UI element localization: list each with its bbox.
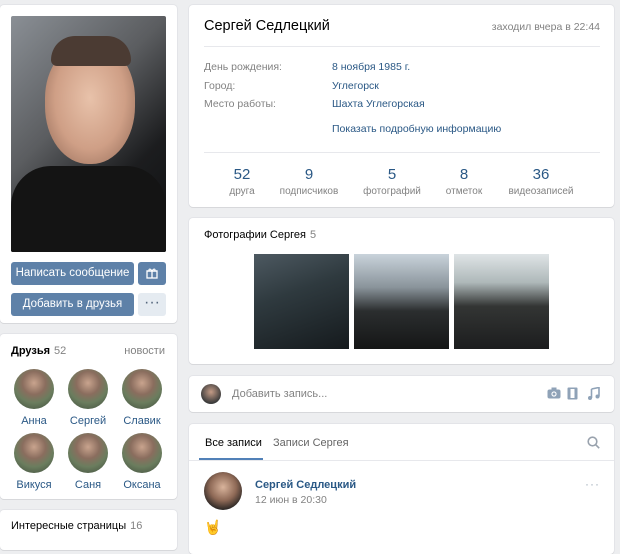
birthday-label: День рождения: — [204, 61, 282, 73]
last-seen-status: заходил вчера в 22:44 — [491, 21, 600, 33]
profile-photo[interactable] — [11, 16, 166, 252]
photo-thumbnail[interactable] — [354, 254, 449, 349]
show-details-link[interactable]: Показать подробную информацию — [332, 123, 501, 135]
friend-item[interactable]: Викуся — [9, 433, 59, 491]
friend-item[interactable]: Оксана — [117, 433, 167, 491]
workplace-value[interactable]: Шахта Углегорская — [332, 98, 425, 110]
counter-photos[interactable]: 5 фотографий — [352, 166, 432, 197]
friend-avatar — [14, 433, 54, 473]
city-value[interactable]: Углегорск — [332, 80, 379, 92]
friends-card: Друзья 52 новости Анна Сергей Славик Вику… — [0, 334, 177, 499]
friend-item[interactable]: Сергей — [63, 369, 113, 427]
video-icon[interactable] — [567, 387, 578, 403]
post-content: 🤘 — [204, 519, 222, 535]
friend-avatar — [122, 369, 162, 409]
search-icon[interactable] — [587, 436, 600, 452]
divider — [204, 152, 600, 153]
friends-title[interactable]: Друзья 52 — [11, 345, 66, 357]
counter-videos[interactable]: 36 видеозаписей — [501, 166, 581, 197]
wall-card: Все записи Записи Сергея Сергей Седлецки… — [189, 424, 614, 554]
avatar — [201, 384, 221, 404]
friend-avatar — [122, 433, 162, 473]
photo-thumbnail[interactable] — [454, 254, 549, 349]
post-author-link[interactable]: Сергей Седлецкий — [255, 479, 356, 491]
interests-card: Интересные страницы 16 — [0, 510, 177, 550]
photo-thumbnail[interactable] — [254, 254, 349, 349]
divider — [204, 46, 600, 47]
new-post-input[interactable]: Добавить запись... — [232, 388, 327, 400]
new-post-card: Добавить запись... — [189, 376, 614, 412]
interests-count: 16 — [130, 520, 143, 532]
tab-all-posts[interactable]: Все записи — [205, 437, 262, 449]
divider — [189, 460, 614, 461]
counter-tags[interactable]: 8 отметок — [424, 166, 504, 197]
friend-item[interactable]: Саня — [63, 433, 113, 491]
friend-item[interactable]: Анна — [9, 369, 59, 427]
photos-card: Фотографии Сергея 5 — [189, 218, 614, 364]
friend-avatar — [68, 369, 108, 409]
camera-icon[interactable] — [547, 387, 561, 402]
tab-own-posts[interactable]: Записи Сергея — [273, 437, 349, 449]
gift-icon — [146, 268, 158, 279]
more-actions-button[interactable]: ··· — [138, 293, 166, 316]
friends-news-link[interactable]: новости — [124, 345, 165, 357]
photos-title[interactable]: Фотографии Сергея 5 — [204, 229, 316, 241]
send-message-button[interactable]: Написать сообщение — [11, 262, 134, 285]
city-label: Город: — [204, 80, 236, 92]
post-menu-icon[interactable]: ··· — [585, 477, 600, 491]
photos-count: 5 — [309, 229, 317, 241]
friend-avatar — [68, 433, 108, 473]
counter-followers[interactable]: 9 подписчиков — [269, 166, 349, 197]
gift-button[interactable] — [138, 262, 166, 285]
workplace-label: Место работы: — [204, 98, 276, 110]
friends-count: 52 — [54, 345, 67, 357]
post-author-avatar[interactable] — [204, 472, 242, 510]
friend-avatar — [14, 369, 54, 409]
avatar-card: Написать сообщение Добавить в друзья ··· — [0, 5, 177, 323]
page-title: Сергей Седлецкий — [204, 18, 330, 34]
music-icon[interactable] — [587, 386, 600, 403]
birthday-value[interactable]: 8 ноября 1985 г. — [332, 61, 410, 73]
interests-title[interactable]: Интересные страницы 16 — [11, 520, 142, 532]
friend-item[interactable]: Славик — [117, 369, 167, 427]
add-friend-button[interactable]: Добавить в друзья — [11, 293, 134, 316]
post-date[interactable]: 12 июн в 20:30 — [255, 494, 327, 506]
profile-info-card: Сергей Седлецкий заходил вчера в 22:44 Д… — [189, 5, 614, 207]
